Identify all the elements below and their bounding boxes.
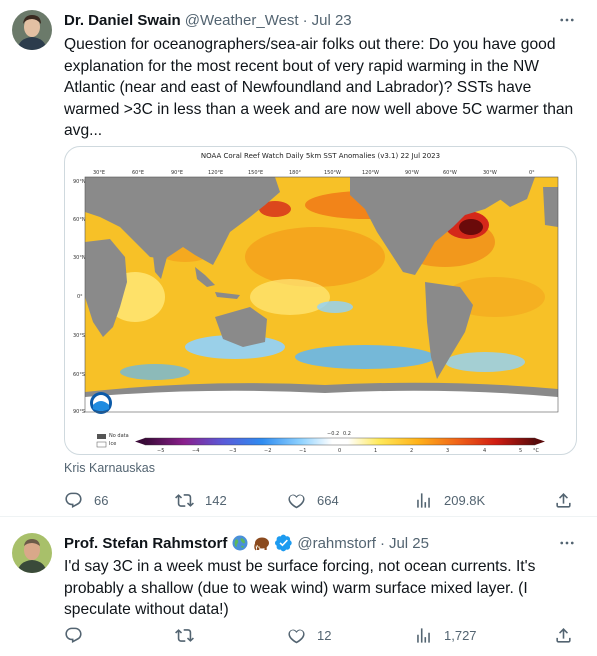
verified-icon[interactable]: [275, 534, 293, 552]
scale-tick: 3: [446, 448, 450, 454]
scale-tick: −3: [229, 448, 237, 454]
share-icon: [556, 492, 571, 508]
repost-icon: [175, 493, 194, 507]
scale-minor-label: −0.2: [327, 431, 340, 437]
like-count: 12: [317, 627, 332, 643]
share-button[interactable]: [554, 623, 573, 647]
repost-icon: [175, 628, 194, 642]
views-icon: [417, 492, 430, 508]
views-button[interactable]: 1,727: [414, 623, 477, 647]
scale-tick: −2: [264, 448, 272, 454]
like-button[interactable]: 664: [287, 488, 339, 512]
share-icon: [556, 627, 571, 643]
avatar-daniel-swain[interactable]: [12, 10, 52, 50]
author-name[interactable]: Dr. Daniel Swain: [64, 12, 181, 29]
legend-ice: Ice: [109, 441, 117, 447]
share-button[interactable]: [554, 488, 573, 512]
views-count: 1,727: [444, 627, 477, 643]
scale-tick: 5: [519, 448, 523, 454]
scale-tick: −1: [299, 448, 307, 454]
separator-dot: ·: [379, 534, 385, 552]
more-icon[interactable]: [557, 533, 577, 553]
scale-tick: 2: [410, 448, 414, 454]
more-icon[interactable]: [557, 10, 577, 30]
map-canvas: [84, 176, 559, 448]
tweet-text: I'd say 3C in a week must be surface for…: [64, 558, 536, 619]
repost-button[interactable]: [175, 623, 194, 647]
legend-nodata: No data: [109, 433, 129, 439]
scale-tick: 0: [338, 448, 342, 454]
tweet-date[interactable]: Jul 23: [312, 12, 352, 29]
reply-icon: [65, 492, 82, 508]
like-icon: [288, 494, 305, 508]
separator-dot: ·: [302, 11, 308, 29]
tweet-1-actions: 66 142 664 209.8K: [64, 488, 574, 512]
globe-emoji: [231, 534, 249, 552]
media-credit[interactable]: Kris Karnauskas: [64, 461, 155, 475]
tweet-date[interactable]: Jul 25: [389, 535, 429, 552]
like-button[interactable]: 12: [287, 623, 331, 647]
reply-button[interactable]: 66: [64, 488, 108, 512]
repost-count: 142: [205, 492, 227, 508]
noaa-logo: [90, 392, 112, 414]
like-icon: [288, 629, 305, 643]
views-button[interactable]: 209.8K: [414, 488, 485, 512]
mammoth-emoji: [253, 534, 271, 552]
scale-tick: −5: [157, 448, 165, 454]
repost-button[interactable]: 142: [175, 488, 227, 512]
views-icon: [417, 627, 430, 643]
avatar-stefan-rahmstorf[interactable]: [12, 533, 52, 573]
sst-anomaly-map[interactable]: NOAA Coral Reef Watch Daily 5km SST Anom…: [64, 146, 577, 455]
reply-icon: [65, 627, 82, 643]
tweet-2-actions: 12 1,727: [64, 623, 574, 647]
like-count: 664: [317, 492, 339, 508]
views-count: 209.8K: [444, 492, 486, 508]
scale-tick: −4: [192, 448, 200, 454]
reply-button[interactable]: [64, 623, 83, 647]
scale-unit: °C: [533, 448, 539, 454]
author-handle[interactable]: @Weather_West: [185, 12, 299, 29]
scale-tick: 4: [483, 448, 487, 454]
tweet-text: Question for oceanographers/sea-air folk…: [64, 36, 574, 140]
scale-minor-label: 0.2: [343, 431, 351, 437]
author-name[interactable]: Prof. Stefan Rahmstorf: [64, 535, 227, 552]
scale-tick: 1: [374, 448, 378, 454]
author-handle[interactable]: @rahmstorf: [297, 535, 376, 552]
reply-count: 66: [94, 492, 109, 508]
